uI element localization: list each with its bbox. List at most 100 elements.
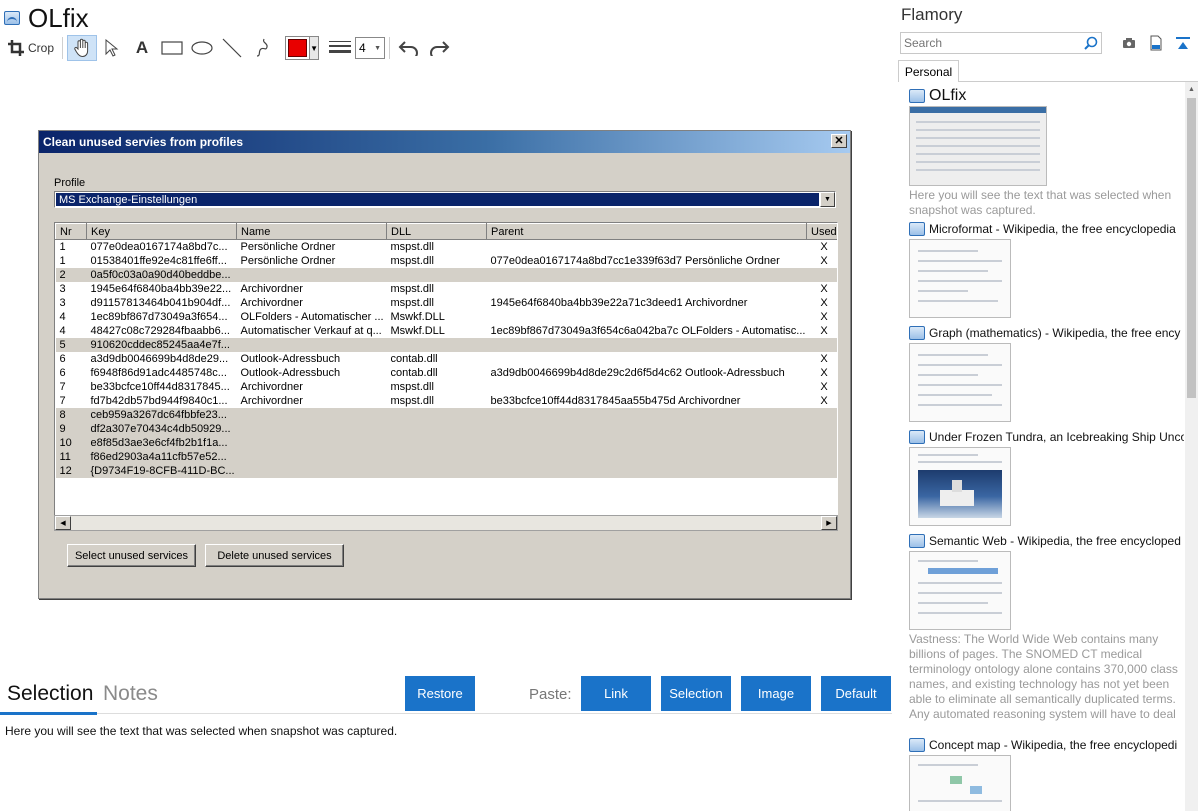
cell-used: X (820, 324, 828, 337)
rectangle-tool-button[interactable] (157, 35, 187, 61)
tab-selection[interactable]: Selection (7, 682, 93, 706)
cell-nr: 1 (59, 254, 66, 267)
text-tool-button[interactable]: A (127, 35, 157, 61)
table-row[interactable]: 7 be33bcfce10ff44d8317845... Archivordner m… (56, 380, 838, 394)
column-header[interactable]: Nr (55, 223, 87, 240)
cell-dll (386, 267, 487, 282)
cell-parent: 1ec89bf867d73049a3f654c6a042ba7c OLFolde… (490, 324, 806, 337)
search-input[interactable] (901, 36, 1081, 50)
table-row[interactable]: 10 e8f85d3ae3e6cf4fb2b1f1a... (55, 435, 837, 450)
cell-dll: mspst.dll (390, 240, 434, 253)
table-row[interactable]: 8 ceb959a3267dc64fbbfe23... (55, 407, 837, 422)
ellipse-icon (191, 41, 213, 55)
cell-parent: be33bcfce10ff44d8317845aa55b475d Archivo… (490, 394, 741, 407)
tab-personal[interactable]: Personal (898, 60, 959, 82)
scroll-up-icon[interactable]: ▲ (1185, 82, 1198, 96)
color-picker-button[interactable]: ▼ (285, 36, 320, 60)
entry-header: Concept map - Wikipedia, the free encycl… (909, 737, 1184, 753)
table-row[interactable]: 12 {D9734F19-8CFB-411D-BC... (55, 463, 837, 478)
crop-button[interactable]: Crop (4, 35, 58, 61)
annotation-toolbar: Crop A ▼ 4 ▼ (4, 34, 454, 62)
redo-button[interactable] (424, 35, 454, 61)
sidebar-scrollbar[interactable]: ▲ (1185, 82, 1198, 811)
scrollbar-thumb[interactable] (1187, 98, 1196, 398)
scroll-left-icon[interactable]: ◀ (55, 516, 71, 530)
camera-icon[interactable] (1120, 34, 1138, 52)
tab-notes[interactable]: Notes (103, 682, 158, 706)
table-row[interactable]: 2 0a5f0c03a0a90d40beddbe... (55, 267, 837, 282)
toolbar-divider (62, 37, 64, 59)
table-row[interactable]: 1 077e0dea0167174a8bd7c... Persönliche Ord… (56, 240, 838, 254)
snapshot-entry[interactable]: Graph (mathematics) - Wikipedia, the fre… (909, 325, 1184, 422)
paste-link-button[interactable]: Link (581, 676, 651, 711)
paste-default-button[interactable]: Default (821, 676, 891, 711)
undo-button[interactable] (394, 35, 424, 61)
table-row[interactable]: 3 d91157813464b041b904df... Archivordner ms… (56, 296, 838, 310)
entry-thumbnail (909, 551, 1011, 630)
ellipse-tool-button[interactable] (187, 35, 217, 61)
sidebar-app-name: Flamory (901, 5, 963, 24)
paste-label: Paste: (529, 686, 572, 703)
snapshot-entry[interactable]: Under Frozen Tundra, an Icebreaking Ship… (909, 429, 1184, 526)
column-header[interactable]: Parent (486, 223, 807, 240)
table-row[interactable]: 6 f6948f86d91adc4485748c... Outlook-Adress… (56, 366, 838, 380)
cell-name (236, 463, 387, 478)
favicon-icon (909, 326, 925, 340)
table-row[interactable]: 3 1945e64f6840ba4bb39e22... Archivordner ms… (56, 282, 838, 296)
cell-dll: mspst.dll (390, 394, 434, 407)
search-box[interactable] (900, 32, 1102, 54)
snapshot-entry[interactable]: Microformat - Wikipedia, the free encycl… (909, 221, 1184, 318)
hand-tool-button[interactable] (67, 35, 98, 61)
snapshot-entry[interactable]: Concept map - Wikipedia, the free encycl… (909, 737, 1184, 811)
close-icon[interactable]: ✕ (831, 134, 847, 148)
column-header[interactable]: Name (236, 223, 387, 240)
restore-button[interactable]: Restore (405, 676, 475, 711)
scrollbar-track[interactable] (71, 516, 821, 530)
snapshot-entry[interactable]: OLfix Here you will see the text that wa… (909, 88, 1184, 218)
cell-parent: 077e0dea0167174a8bd7cc1e339f63d7 Persönl… (490, 254, 780, 267)
line-icon (222, 38, 242, 58)
table-row[interactable]: 11 f86ed2903a4a11cfb57e52... (55, 449, 837, 464)
table-row[interactable]: 4 1ec89bf867d73049a3f654... OLFolders - Au… (56, 310, 838, 324)
cell-used: X (820, 352, 828, 365)
line-width-button[interactable] (325, 35, 355, 61)
freehand-tool-button[interactable] (247, 35, 277, 61)
favicon-icon (909, 430, 925, 444)
table-row[interactable]: 6 a3d9db0046699b4d8de29... Outlook-Adressb… (56, 352, 838, 366)
scroll-right-icon[interactable]: ▶ (821, 516, 837, 530)
column-header[interactable]: Used (806, 223, 837, 240)
pen-color-swatch (288, 39, 308, 57)
entry-header: Semantic Web - Wikipedia, the free encyc… (909, 533, 1184, 549)
table-row[interactable]: 5 910620cddec85245aa4e7f... (55, 337, 837, 352)
column-header[interactable]: Key (86, 223, 237, 240)
select-tool-button[interactable] (97, 35, 127, 61)
cell-key: 1945e64f6840ba4bb39e22... (90, 282, 232, 295)
collapse-to-top-icon[interactable] (1174, 34, 1192, 52)
delete-unused-services-button[interactable]: Delete unused services (205, 544, 344, 567)
cell-nr: 8 (55, 407, 87, 422)
toolbar-divider (389, 37, 391, 59)
paste-selection-button[interactable]: Selection (661, 676, 731, 711)
table-row[interactable]: 7 fd7b42db57bd944f9840c1... Archivordner ms… (56, 394, 838, 408)
table-row[interactable]: 1 01538401ffe92e4c81ffe6ff... Persönliche … (56, 254, 838, 268)
favicon-icon (909, 222, 925, 236)
snapshot-entry[interactable]: Semantic Web - Wikipedia, the free encyc… (909, 533, 1184, 722)
line-tool-button[interactable] (217, 35, 247, 61)
line-width-select[interactable]: 4 ▼ (355, 37, 386, 59)
document-icon[interactable] (1147, 34, 1165, 52)
redo-icon (430, 41, 450, 56)
table-row[interactable]: 9 df2a307e70434c4db50929... (55, 421, 837, 436)
cell-name (236, 407, 387, 422)
cell-used (806, 421, 837, 436)
select-unused-services-button[interactable]: Select unused services (67, 544, 196, 567)
profile-dropdown[interactable]: MS Exchange-Einstellungen ▼ (54, 191, 836, 208)
column-header[interactable]: DLL (386, 223, 487, 240)
entry-thumbnail (909, 755, 1011, 811)
cell-key: f6948f86d91adc4485748c... (90, 366, 227, 379)
horizontal-scrollbar[interactable]: ◀ ▶ (54, 515, 838, 531)
paste-image-button[interactable]: Image (741, 676, 811, 711)
search-icon[interactable] (1081, 36, 1101, 50)
cell-parent (486, 267, 807, 282)
table-row[interactable]: 4 48427c08c729284fbaabb6... Automatischer … (56, 324, 838, 338)
rectangle-icon (161, 41, 183, 55)
